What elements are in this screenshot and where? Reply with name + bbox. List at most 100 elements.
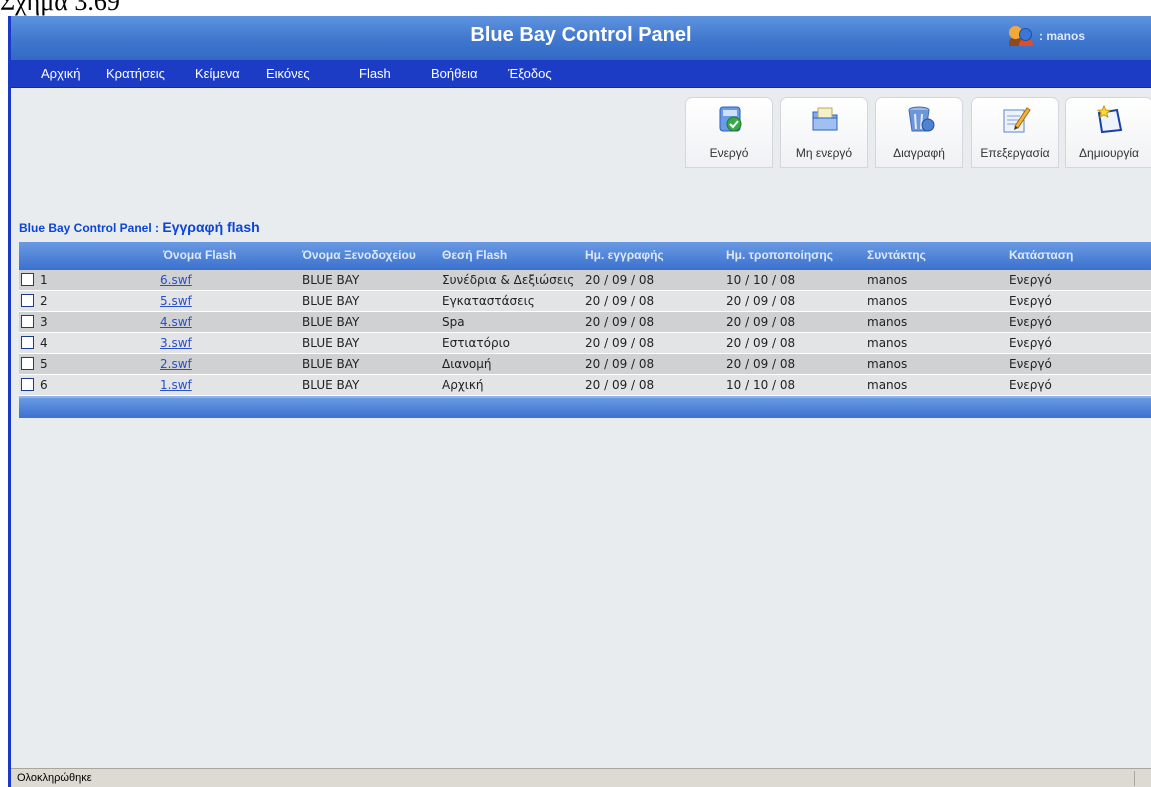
recycle-bin-icon — [908, 106, 935, 132]
menu-item-texts[interactable]: Κείμενα — [195, 66, 240, 81]
user-info: : manos — [1009, 26, 1085, 46]
row-checkbox[interactable] — [21, 378, 34, 391]
flash-position: Εγκαταστάσεις — [442, 294, 535, 308]
modified-date: 20 / 09 / 08 — [726, 315, 796, 329]
row-checkbox[interactable] — [21, 273, 34, 286]
page-title-subtitle: Εγγραφή flash — [162, 219, 260, 235]
table-row: 3 4.swf BLUE BAY Spa 20 / 09 / 08 20 / 0… — [19, 312, 1151, 333]
row-number: 1 — [40, 273, 48, 287]
menu-item-home[interactable]: Αρχική — [41, 66, 81, 81]
status: Ενεργό — [1009, 273, 1052, 287]
hotel-name: BLUE BAY — [302, 336, 360, 350]
author: manos — [867, 315, 908, 329]
header-author[interactable]: Συντάκτης — [867, 248, 926, 262]
row-checkbox[interactable] — [21, 357, 34, 370]
header-created-date[interactable]: Ημ. εγγραφής — [585, 248, 664, 262]
table-row: 1 6.swf BLUE BAY Συνέδρια & Δεξιώσεις 20… — [19, 270, 1151, 291]
deactivate-label: Μη ενεργό — [795, 146, 853, 160]
modified-date: 20 / 09 / 08 — [726, 336, 796, 350]
hotel-name: BLUE BAY — [302, 315, 360, 329]
row-number: 4 — [40, 336, 48, 350]
author: manos — [867, 357, 908, 371]
table-row: 4 3.swf BLUE BAY Εστιατόριο 20 / 09 / 08… — [19, 333, 1151, 354]
flash-file-link[interactable]: 2.swf — [160, 357, 192, 371]
row-number: 3 — [40, 315, 48, 329]
flash-position: Εστιατόριο — [442, 336, 510, 350]
flash-table: Όνομα Flash Όνομα Ξενοδοχείου Θεσή Flash… — [19, 242, 1151, 418]
flash-file-link[interactable]: 3.swf — [160, 336, 192, 350]
deactivate-button[interactable]: Μη ενεργό — [780, 97, 868, 168]
status-text: Ολοκληρώθηκε — [17, 772, 92, 784]
activate-button[interactable]: Ενεργό — [685, 97, 773, 168]
flash-file-link[interactable]: 6.swf — [160, 273, 192, 287]
edit-icon — [1003, 107, 1031, 133]
create-label: Δημιουργία — [1079, 146, 1139, 160]
flash-position: Διανομή — [442, 357, 492, 371]
row-number: 2 — [40, 294, 48, 308]
created-date: 20 / 09 / 08 — [585, 294, 655, 308]
edit-button[interactable]: Επεξεργασία — [971, 97, 1059, 168]
create-button[interactable]: Δημιουργία — [1065, 97, 1151, 168]
browser-window: Blue Bay Control Panel : manos Αρχική Κρ… — [8, 16, 1151, 787]
menu-item-help[interactable]: Βοήθεια — [431, 66, 478, 81]
status-bar: Ολοκληρώθηκε — [11, 768, 1151, 787]
row-checkbox[interactable] — [21, 336, 34, 349]
app-header: Blue Bay Control Panel : manos — [11, 16, 1151, 60]
menu-item-bookings[interactable]: Κρατήσεις — [106, 66, 165, 81]
status: Ενεργό — [1009, 378, 1052, 392]
header-flash-position[interactable]: Θεσή Flash — [442, 248, 507, 262]
header-status[interactable]: Κατάσταση — [1009, 248, 1073, 262]
table-footer — [19, 396, 1151, 418]
page-title: Blue Bay Control Panel : Εγγραφή flash — [19, 219, 260, 235]
hotel-name: BLUE BAY — [302, 357, 360, 371]
created-date: 20 / 09 / 08 — [585, 273, 655, 287]
row-checkbox[interactable] — [21, 294, 34, 307]
status: Ενεργό — [1009, 336, 1052, 350]
modified-date: 10 / 10 / 08 — [726, 273, 796, 287]
status: Ενεργό — [1009, 357, 1052, 371]
menu-item-images[interactable]: Εικόνες — [266, 66, 310, 81]
flash-file-link[interactable]: 5.swf — [160, 294, 192, 308]
header-modified-date[interactable]: Ημ. τροποποίησης — [726, 248, 833, 262]
table-row: 5 2.swf BLUE BAY Διανομή 20 / 09 / 08 20… — [19, 354, 1151, 375]
create-icon — [1096, 104, 1123, 134]
created-date: 20 / 09 / 08 — [585, 336, 655, 350]
activate-icon — [719, 106, 742, 132]
header-flash-name[interactable]: Όνομα Flash — [163, 248, 236, 262]
author: manos — [867, 378, 908, 392]
main-menu: Αρχική Κρατήσεις Κείμενα Εικόνες Flash Β… — [11, 60, 1151, 88]
created-date: 20 / 09 / 08 — [585, 378, 655, 392]
status: Ενεργό — [1009, 315, 1052, 329]
status: Ενεργό — [1009, 294, 1052, 308]
modified-date: 20 / 09 / 08 — [726, 294, 796, 308]
table-row: 2 5.swf BLUE BAY Εγκαταστάσεις 20 / 09 /… — [19, 291, 1151, 312]
flash-position: Συνέδρια & Δεξιώσεις — [442, 273, 575, 287]
users-icon — [1009, 26, 1037, 46]
header-hotel-name[interactable]: Όνομα Ξενοδοχείου — [302, 248, 416, 262]
flash-file-link[interactable]: 4.swf — [160, 315, 192, 329]
table-row: 6 1.swf BLUE BAY Αρχική 20 / 09 / 08 10 … — [19, 375, 1151, 396]
delete-label: Διαγραφή — [893, 146, 945, 160]
delete-button[interactable]: Διαγραφή — [875, 97, 963, 168]
activate-label: Ενεργό — [709, 146, 749, 160]
hotel-name: BLUE BAY — [302, 294, 360, 308]
table-header: Όνομα Flash Όνομα Ξενοδοχείου Θεσή Flash… — [19, 242, 1151, 270]
modified-date: 10 / 10 / 08 — [726, 378, 796, 392]
row-number: 5 — [40, 357, 48, 371]
author: manos — [867, 294, 908, 308]
user-name: : manos — [1039, 29, 1086, 43]
menu-item-exit[interactable]: Έξοδος — [508, 66, 552, 81]
hotel-name: BLUE BAY — [302, 273, 360, 287]
modified-date: 20 / 09 / 08 — [726, 357, 796, 371]
author: manos — [867, 336, 908, 350]
flash-file-link[interactable]: 1.swf — [160, 378, 192, 392]
created-date: 20 / 09 / 08 — [585, 315, 655, 329]
flash-position: Spa — [442, 315, 465, 329]
created-date: 20 / 09 / 08 — [585, 357, 655, 371]
menu-item-flash[interactable]: Flash — [359, 66, 391, 81]
figure-caption: Σχήμα 3.69 — [0, 0, 120, 16]
row-checkbox[interactable] — [21, 315, 34, 328]
deactivate-icon — [812, 107, 838, 131]
status-divider — [1134, 771, 1135, 786]
page-title-prefix: Blue Bay Control Panel : — [19, 221, 160, 235]
